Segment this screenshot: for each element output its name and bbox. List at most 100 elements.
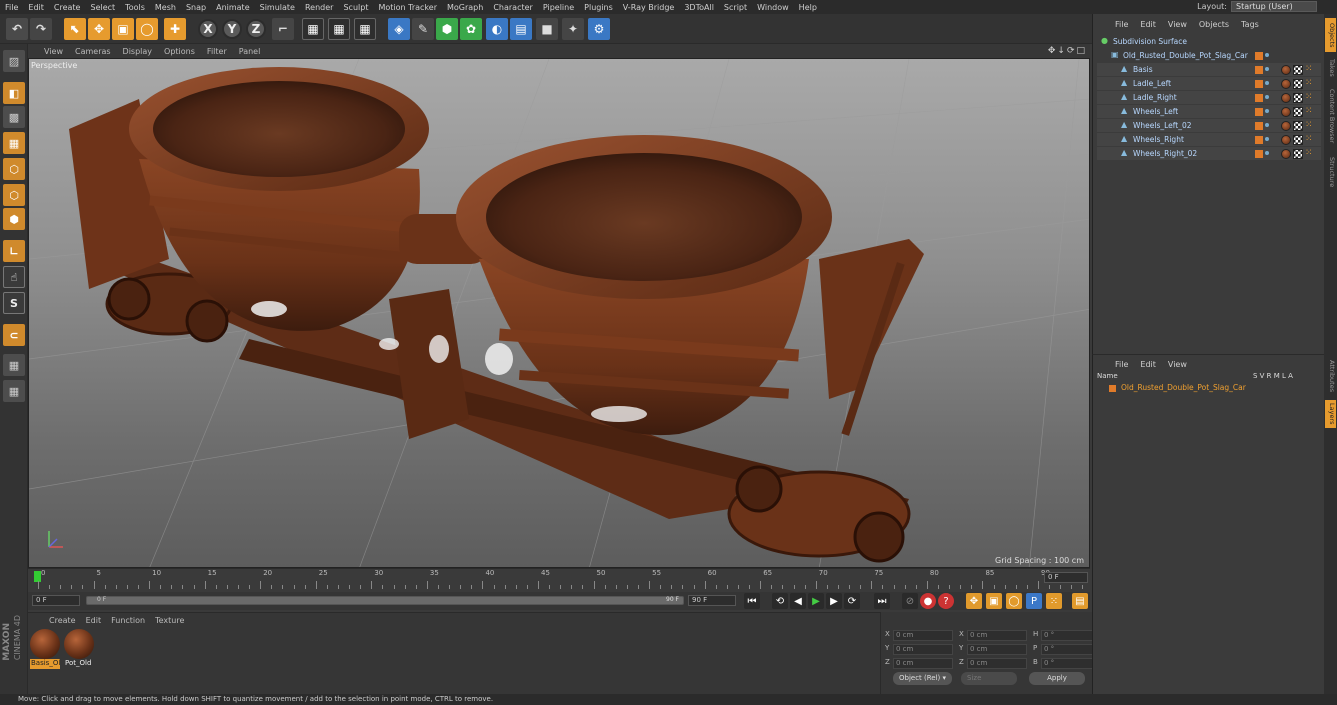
viewport-perspective[interactable]: Perspective Grid Spacing : 100 cm <box>28 58 1090 568</box>
timeline-window-icon[interactable]: ▤ <box>1072 593 1088 609</box>
make-editable-icon[interactable]: ▨ <box>3 50 25 72</box>
layer-row[interactable]: Old_Rusted_Double_Pot_Slag_Car <box>1097 383 1321 395</box>
layout-switcher[interactable]: Layout: Startup (User) <box>1197 1 1317 12</box>
magnet-icon[interactable]: ⊂ <box>3 324 25 346</box>
texture-tag-icon[interactable] <box>1293 148 1303 159</box>
last-tool-icon[interactable]: ✚ <box>164 18 186 40</box>
floor-icon[interactable]: ▤ <box>510 18 532 40</box>
menu-mesh[interactable]: Mesh <box>150 3 181 12</box>
pla-key-icon[interactable]: ⁙ <box>1046 593 1062 609</box>
menu-pipeline[interactable]: Pipeline <box>538 3 579 12</box>
object-menu-view[interactable]: View <box>1162 20 1193 29</box>
axis-mode-icon[interactable]: ∟ <box>3 240 25 262</box>
menu-help[interactable]: Help <box>794 3 822 12</box>
tab-content-browser[interactable]: Content Browser <box>1325 84 1336 148</box>
y-axis-toggle[interactable]: Y <box>222 19 242 39</box>
menu-simulate[interactable]: Simulate <box>255 3 300 12</box>
object-row[interactable]: ▲ Ladle_Right ⁙ <box>1097 91 1321 104</box>
selection-tag-icon[interactable]: ⁙ <box>1305 134 1315 145</box>
record-keys-icon[interactable]: ⊘ <box>902 593 918 609</box>
material-tag-icon[interactable] <box>1281 78 1291 89</box>
keyframe-selection-icon[interactable]: ? <box>938 593 954 609</box>
x-axis-toggle[interactable]: X <box>198 19 218 39</box>
position-y-field[interactable]: 0 cm <box>893 644 953 655</box>
texture-tag-icon[interactable] <box>1293 78 1303 89</box>
play-icon[interactable]: ▶ <box>808 593 824 609</box>
layer-color-swatch[interactable] <box>1255 93 1263 102</box>
render-view-icon[interactable]: ▦ <box>302 18 324 40</box>
mograph-cloner-icon[interactable]: ✿ <box>460 18 482 40</box>
menu-character[interactable]: Character <box>488 3 538 12</box>
camera-icon[interactable]: ■ <box>536 18 558 40</box>
viewport-nav-icons[interactable]: ✥↓⟳□ <box>1048 46 1087 56</box>
object-row[interactable]: ▲ Wheels_Left ⁙ <box>1097 105 1321 118</box>
menu-snap[interactable]: Snap <box>181 3 211 12</box>
selection-tag-icon[interactable]: ⁙ <box>1305 148 1315 159</box>
size-y-field[interactable]: 0 cm <box>967 644 1027 655</box>
selection-tag-icon[interactable]: ⁙ <box>1305 120 1315 131</box>
object-row[interactable]: ▲ Ladle_Left ⁙ <box>1097 77 1321 90</box>
live-selection-icon[interactable]: ⬉ <box>64 18 86 40</box>
model-mode-icon[interactable]: ◧ <box>3 82 25 104</box>
layer-menu-view[interactable]: View <box>1162 360 1193 369</box>
polygons-mode-icon[interactable]: ⬢ <box>3 208 25 230</box>
menu-script[interactable]: Script <box>719 3 752 12</box>
menu-window[interactable]: Window <box>752 3 794 12</box>
material-basis[interactable]: Basis_Ol <box>30 629 60 669</box>
layer-menu-file[interactable]: File <box>1109 360 1134 369</box>
coordinate-mode-select[interactable]: Object (Rel) ▾ <box>893 672 953 685</box>
texture-tag-icon[interactable] <box>1293 92 1303 103</box>
material-tag-icon[interactable] <box>1281 134 1291 145</box>
object-row[interactable]: ▲ Wheels_Right_02 ⁙ <box>1097 147 1321 160</box>
texture-tag-icon[interactable] <box>1293 134 1303 145</box>
selection-tag-icon[interactable]: ⁙ <box>1305 106 1315 117</box>
material-tag-icon[interactable] <box>1281 92 1291 103</box>
timeline-end-field[interactable]: 0 F <box>1044 572 1088 583</box>
tab-takes[interactable]: Takes <box>1325 56 1336 80</box>
visibility-dot[interactable] <box>1265 53 1269 57</box>
next-key-icon[interactable]: ⟳ <box>844 593 860 609</box>
visibility-dot[interactable] <box>1265 81 1269 85</box>
render-settings-icon[interactable]: ▦ <box>354 18 376 40</box>
size-z-field[interactable]: 0 cm <box>967 658 1027 669</box>
viewport-menu-panel[interactable]: Panel <box>233 47 267 56</box>
material-tag-icon[interactable] <box>1281 148 1291 159</box>
texture-mode-icon[interactable]: ▩ <box>3 106 25 128</box>
selection-tag-icon[interactable]: ⁙ <box>1305 78 1315 89</box>
layer-color-swatch[interactable] <box>1255 121 1263 130</box>
apply-button[interactable]: Apply <box>1029 672 1085 685</box>
selection-tag-icon[interactable]: ⁙ <box>1305 64 1315 75</box>
menu-motion-tracker[interactable]: Motion Tracker <box>373 3 442 12</box>
layout-select[interactable]: Startup (User) <box>1231 1 1317 12</box>
previous-key-icon[interactable]: ⟲ <box>772 593 788 609</box>
menu-create[interactable]: Create <box>49 3 86 12</box>
menu-select[interactable]: Select <box>85 3 120 12</box>
snap-icon[interactable]: S <box>3 292 25 314</box>
texture-tag-icon[interactable] <box>1293 106 1303 117</box>
rotation-b-field[interactable]: 0 ° <box>1041 658 1093 669</box>
points-mode-icon[interactable]: ⬡ <box>3 158 25 180</box>
rotate-icon[interactable]: ◯ <box>136 18 158 40</box>
layer-color-swatch[interactable] <box>1255 149 1263 158</box>
rotation-p-field[interactable]: 0 ° <box>1041 644 1093 655</box>
scale-key-icon[interactable]: ▣ <box>986 593 1002 609</box>
pen-icon[interactable]: ✎ <box>412 18 434 40</box>
tweak-mode-icon[interactable]: ☝ <box>3 266 25 288</box>
layer-color-swatch[interactable] <box>1255 79 1263 88</box>
light-icon[interactable]: ✦ <box>562 18 584 40</box>
object-row[interactable]: ▲ Wheels_Left_02 ⁙ <box>1097 119 1321 132</box>
lock-workplane-icon[interactable]: ▦ <box>3 354 25 376</box>
object-row[interactable]: ▣ Old_Rusted_Double_Pot_Slag_Car <box>1097 49 1321 62</box>
layer-menu-edit[interactable]: Edit <box>1134 360 1162 369</box>
tab-layers[interactable]: Layers <box>1325 400 1336 428</box>
visibility-dot[interactable] <box>1265 67 1269 71</box>
coordinate-system-icon[interactable]: ⌐ <box>272 18 294 40</box>
menu-sculpt[interactable]: Sculpt <box>338 3 373 12</box>
texture-tag-icon[interactable] <box>1293 120 1303 131</box>
menu-plugins[interactable]: Plugins <box>579 3 618 12</box>
move-icon[interactable]: ✥ <box>88 18 110 40</box>
frame-range-slider[interactable]: 0 F 90 F <box>86 596 684 605</box>
material-menu-texture[interactable]: Texture <box>150 616 189 625</box>
tab-structure[interactable]: Structure <box>1325 152 1336 192</box>
visibility-dot[interactable] <box>1265 137 1269 141</box>
